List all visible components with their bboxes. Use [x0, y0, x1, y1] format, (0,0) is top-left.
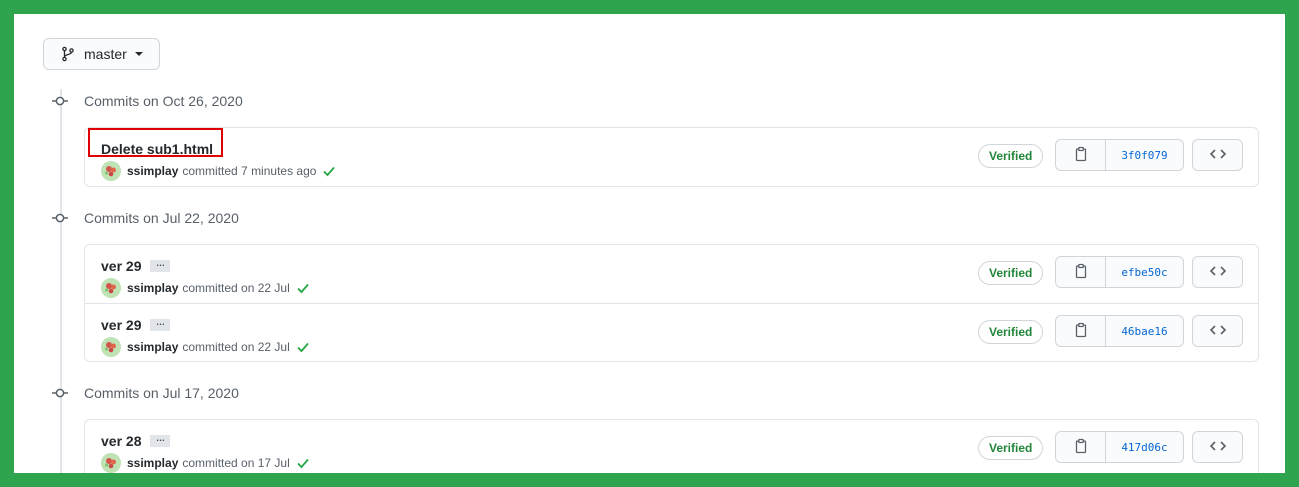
verified-badge[interactable]: Verified — [978, 144, 1044, 168]
commit-time: committed on 17 Jul — [182, 456, 290, 470]
commit-sha-link[interactable]: efbe50c — [1106, 257, 1183, 287]
commits-page: master Commits on Oct 26, 2020 Delete su… — [14, 14, 1285, 473]
commit-title-link[interactable]: ver 29 — [101, 258, 141, 274]
expand-message-button[interactable]: … — [150, 434, 171, 447]
check-icon[interactable] — [296, 456, 310, 470]
clipboard-icon — [1074, 146, 1088, 165]
avatar[interactable] — [101, 161, 121, 181]
sha-button-group: efbe50c — [1055, 256, 1184, 288]
browse-repo-button[interactable] — [1192, 315, 1243, 347]
commit-author[interactable]: ssimplay — [127, 164, 178, 178]
copy-sha-button[interactable] — [1056, 432, 1106, 462]
commit-group-title: Commits on Jul 22, 2020 — [84, 210, 239, 226]
commit-group-list: Delete sub1.html ssimplay committed 7 mi… — [84, 127, 1259, 187]
clipboard-icon — [1074, 438, 1088, 457]
git-commit-icon — [50, 383, 70, 403]
commit-meta: ssimplay committed on 22 Jul — [101, 278, 310, 298]
commit-sha-link[interactable]: 417d06c — [1106, 432, 1183, 462]
verified-badge[interactable]: Verified — [978, 436, 1044, 460]
sha-button-group: 46bae16 — [1055, 315, 1184, 347]
git-branch-icon — [60, 46, 76, 62]
clipboard-icon — [1074, 322, 1088, 341]
commit-group-list: ver 28 … ssimplay committed on 17 Jul Ve… — [84, 419, 1259, 473]
chevron-down-icon — [134, 52, 143, 56]
avatar[interactable] — [101, 453, 121, 473]
commit-time: committed 7 minutes ago — [182, 164, 317, 178]
check-icon[interactable] — [322, 164, 336, 178]
verified-badge[interactable]: Verified — [978, 261, 1044, 285]
commit-message: ver 28 … — [101, 433, 171, 449]
commit-group-title: Commits on Jul 17, 2020 — [84, 385, 239, 401]
commit-meta: ssimplay committed on 17 Jul — [101, 453, 310, 473]
branch-label: master — [84, 46, 127, 62]
code-icon — [1209, 264, 1227, 281]
copy-sha-button[interactable] — [1056, 257, 1106, 287]
timeline-line — [60, 89, 62, 473]
commit-row: Delete sub1.html ssimplay committed 7 mi… — [85, 128, 1258, 186]
commit-meta: ssimplay committed on 22 Jul — [101, 337, 310, 357]
avatar[interactable] — [101, 278, 121, 298]
commit-message: ver 29 … — [101, 258, 171, 274]
commit-row: ver 29 … ssimplay committed on 22 Jul Ve… — [85, 303, 1258, 361]
commit-group-header: Commits on Oct 26, 2020 — [50, 90, 243, 112]
commit-title-link[interactable]: ver 29 — [101, 317, 141, 333]
sha-button-group: 3f0f079 — [1055, 139, 1184, 171]
commit-time: committed on 22 Jul — [182, 281, 290, 295]
copy-sha-button[interactable] — [1056, 316, 1106, 346]
git-commit-icon — [50, 91, 70, 111]
code-icon — [1209, 323, 1227, 340]
branch-select-button[interactable]: master — [43, 38, 160, 70]
code-icon — [1209, 147, 1227, 164]
check-icon[interactable] — [296, 281, 310, 295]
commit-message: ver 29 … — [101, 317, 171, 333]
commit-author[interactable]: ssimplay — [127, 281, 178, 295]
git-commit-icon — [50, 208, 70, 228]
commit-row: ver 29 … ssimplay committed on 22 Jul Ve… — [85, 245, 1258, 303]
commit-group-header: Commits on Jul 17, 2020 — [50, 382, 239, 404]
commit-sha-link[interactable]: 46bae16 — [1106, 316, 1183, 346]
commit-author[interactable]: ssimplay — [127, 340, 178, 354]
commit-time: committed on 22 Jul — [182, 340, 290, 354]
browse-repo-button[interactable] — [1192, 256, 1243, 288]
commit-message: Delete sub1.html — [101, 141, 213, 157]
sha-button-group: 417d06c — [1055, 431, 1184, 463]
expand-message-button[interactable]: … — [150, 259, 171, 272]
code-icon — [1209, 439, 1227, 456]
commit-author[interactable]: ssimplay — [127, 456, 178, 470]
commit-group-title: Commits on Oct 26, 2020 — [84, 93, 243, 109]
commit-title-link[interactable]: ver 28 — [101, 433, 141, 449]
avatar[interactable] — [101, 337, 121, 357]
browse-repo-button[interactable] — [1192, 139, 1243, 171]
commit-group-list: ver 29 … ssimplay committed on 22 Jul Ve… — [84, 244, 1259, 362]
check-icon[interactable] — [296, 340, 310, 354]
commit-row: ver 28 … ssimplay committed on 17 Jul Ve… — [85, 420, 1258, 473]
commit-sha-link[interactable]: 3f0f079 — [1106, 140, 1183, 170]
verified-badge[interactable]: Verified — [978, 320, 1044, 344]
copy-sha-button[interactable] — [1056, 140, 1106, 170]
commit-title-link[interactable]: Delete sub1.html — [101, 141, 213, 157]
commit-group-header: Commits on Jul 22, 2020 — [50, 207, 239, 229]
browse-repo-button[interactable] — [1192, 431, 1243, 463]
commit-meta: ssimplay committed 7 minutes ago — [101, 161, 336, 181]
expand-message-button[interactable]: … — [150, 318, 171, 331]
clipboard-icon — [1074, 263, 1088, 282]
